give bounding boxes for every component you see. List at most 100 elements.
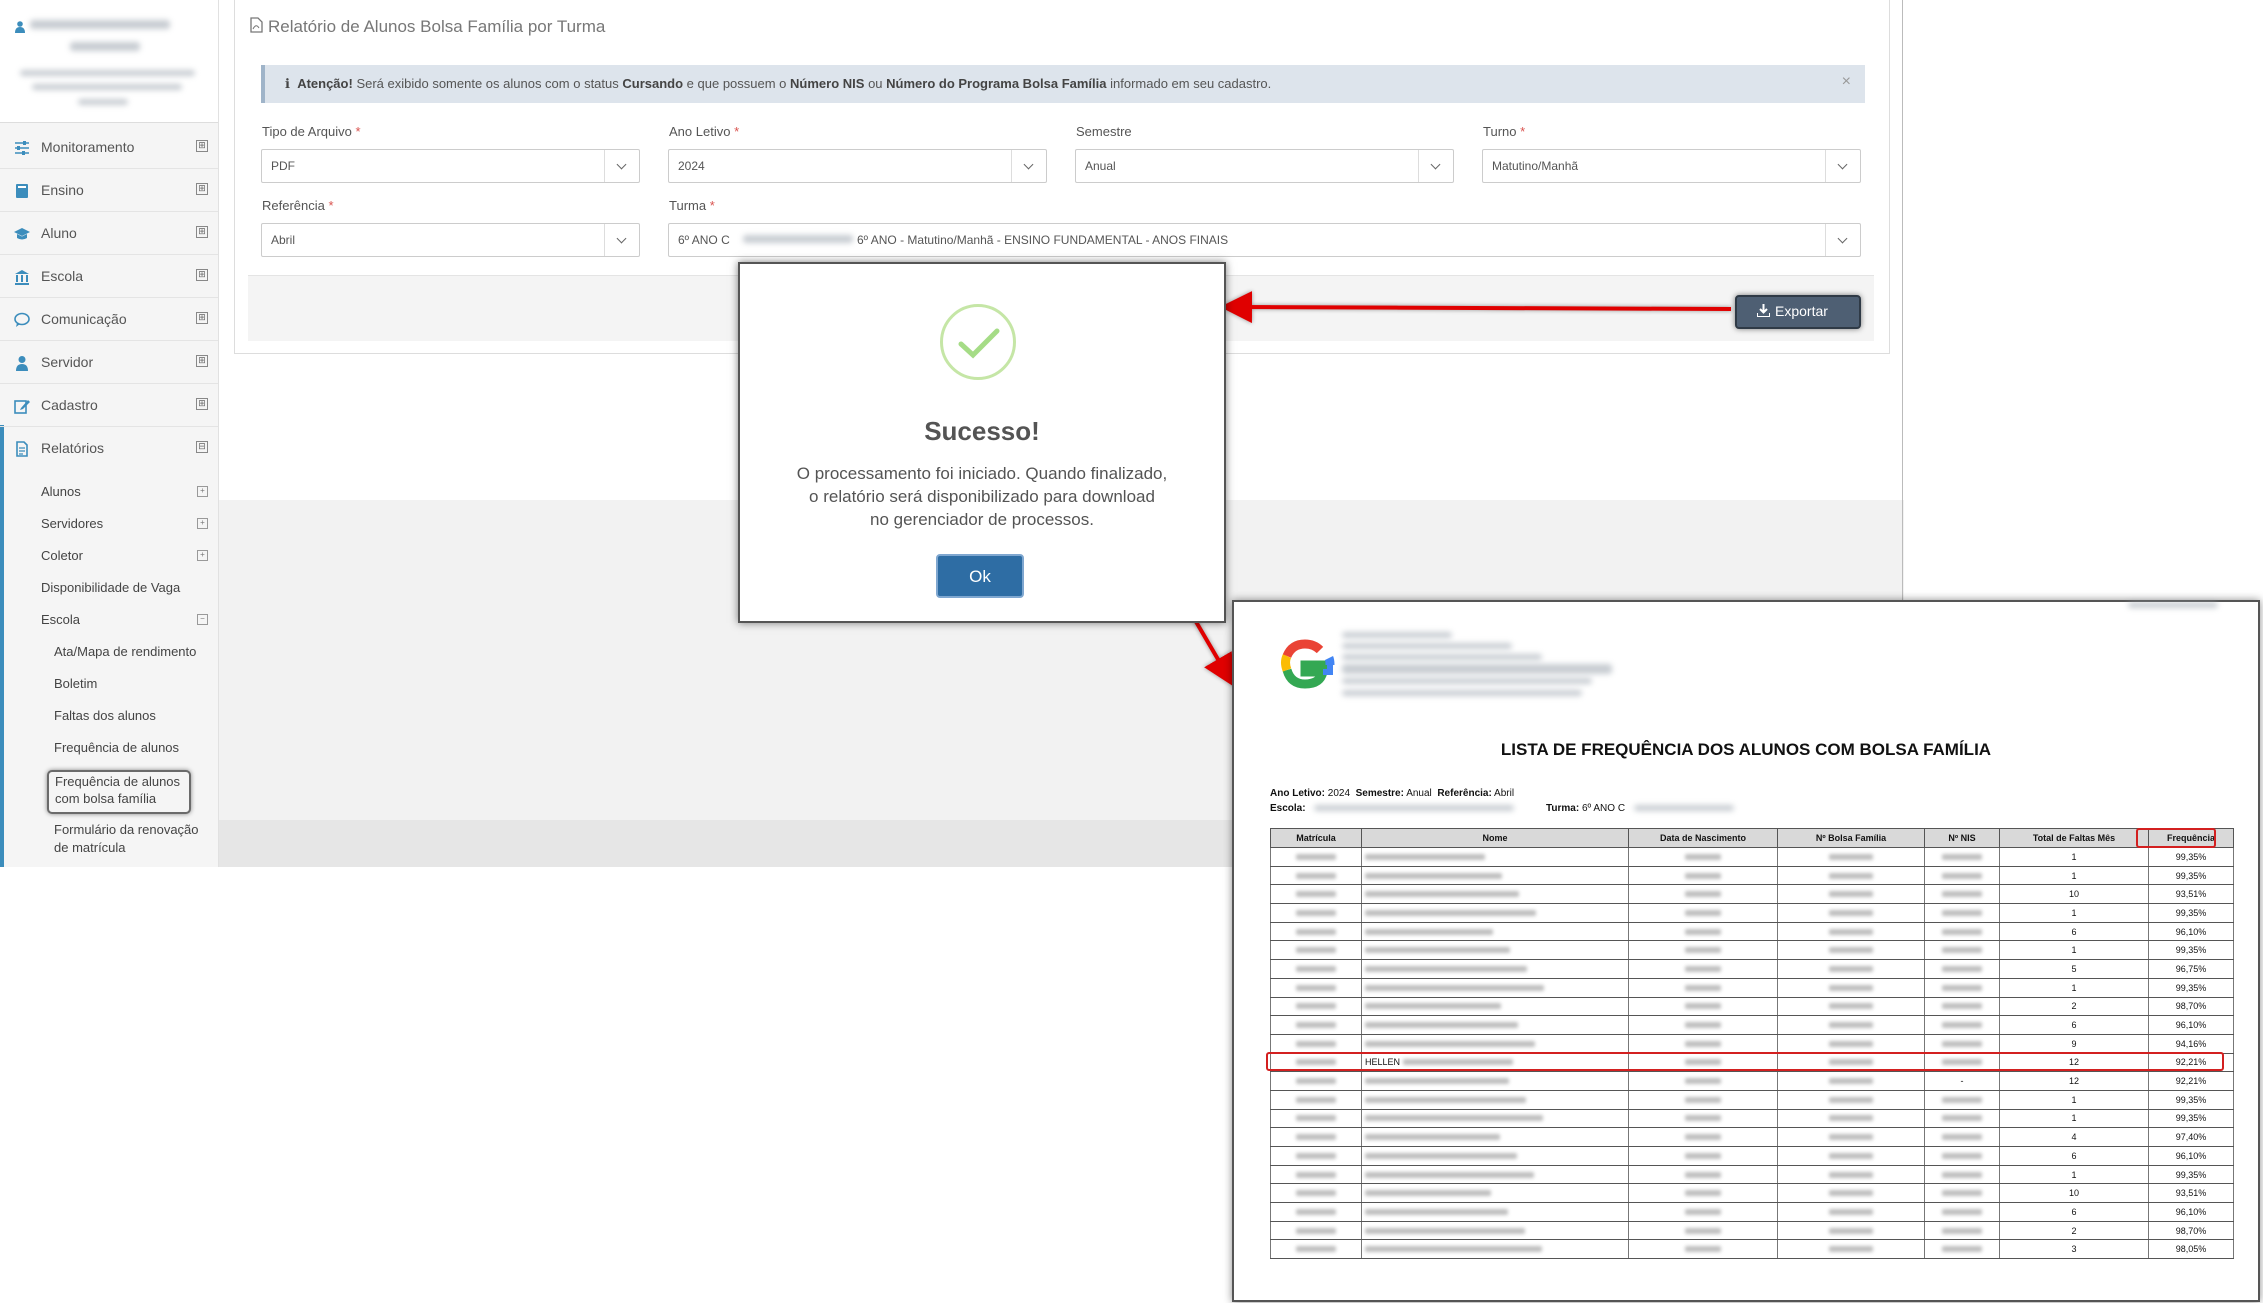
cell-nome	[1361, 1015, 1629, 1035]
cell-nis	[1924, 1165, 2000, 1185]
cell-faltas: 1	[1999, 978, 2149, 998]
cell-bolsa	[1777, 1146, 1925, 1166]
success-icon	[940, 304, 1016, 380]
cell-nome	[1361, 997, 1629, 1017]
chevron-down-icon[interactable]	[604, 224, 639, 256]
required-mark: *	[328, 198, 334, 213]
submenu-escola[interactable]: Escola	[41, 612, 80, 627]
table-row: 1 99,35%	[1270, 1090, 2234, 1110]
turma-label: Turma *	[669, 198, 715, 213]
cell-nis	[1924, 866, 2000, 886]
cell-matricula	[1270, 922, 1362, 942]
tipo-arquivo-select[interactable]: PDF	[261, 149, 640, 183]
select-value-class: 6º ANO C	[678, 233, 730, 247]
table-row: 1 99,35%	[1270, 847, 2234, 867]
submenu-alunos[interactable]: Alunos	[41, 484, 81, 499]
tipo-arquivo-label: Tipo de Arquivo *	[262, 124, 361, 139]
menu-item-servidor[interactable]: Servidor ⊞	[0, 341, 218, 384]
cell-nascimento	[1628, 903, 1778, 923]
cell-bolsa	[1777, 847, 1925, 867]
user-school-redacted	[32, 84, 182, 90]
table-row: 2 98,70%	[1270, 1221, 2234, 1241]
menu-label: Aluno	[41, 225, 77, 241]
close-icon[interactable]: ×	[1842, 73, 1851, 91]
menu-item-aluno[interactable]: Aluno ⊞	[0, 212, 218, 255]
select-value: Matutino/Manhã	[1492, 159, 1579, 173]
cell-matricula	[1270, 884, 1362, 905]
collapse-icon[interactable]: ⊟	[196, 441, 208, 453]
menu-item-ensino[interactable]: Ensino ⊞	[0, 169, 218, 212]
ok-button[interactable]: Ok	[936, 554, 1024, 598]
chevron-down-icon[interactable]	[1011, 150, 1046, 182]
menu-item-cadastro[interactable]: Cadastro ⊞	[0, 384, 218, 427]
sliders-icon	[15, 141, 29, 155]
expand-icon[interactable]: +	[197, 486, 208, 497]
submenu-ata-mapa[interactable]: Ata/Mapa de rendimento	[54, 644, 196, 659]
chevron-down-icon[interactable]	[1825, 150, 1860, 182]
referencia-select[interactable]: Abril	[261, 223, 640, 257]
report-meta-line1: Ano Letivo: 2024 Semestre: Anual Referên…	[1270, 788, 1514, 799]
chevron-down-icon[interactable]	[604, 150, 639, 182]
col-header: Nome	[1361, 828, 1629, 848]
expand-icon[interactable]: ⊞	[196, 398, 208, 410]
menu-item-relatorios[interactable]: Relatórios ⊟	[0, 427, 218, 469]
table-row: 1 99,35%	[1270, 940, 2234, 961]
menu-item-monitoramento[interactable]: Monitoramento ⊞	[0, 126, 218, 169]
cell-faltas: 1	[1999, 940, 2149, 961]
modal-title: Sucesso!	[924, 416, 1040, 446]
cell-faltas: 6	[1999, 1015, 2149, 1035]
chevron-down-icon[interactable]	[1418, 150, 1453, 182]
collapse-icon[interactable]: −	[197, 614, 208, 625]
turma-select[interactable]: 6º ANO C 6º ANO - Matutino/Manhã - ENSIN…	[668, 223, 1861, 257]
menu-item-escola[interactable]: Escola ⊞	[0, 255, 218, 298]
submenu-frequencia-bolsa-familia[interactable]: Frequência de alunos com bolsa família	[47, 770, 191, 814]
cell-bolsa	[1777, 903, 1925, 923]
expand-icon[interactable]: ⊞	[196, 269, 208, 281]
cell-faltas: 1	[1999, 1165, 2149, 1185]
submenu-servidores[interactable]: Servidores	[41, 516, 103, 531]
cell-nascimento	[1628, 847, 1778, 867]
cell-nascimento	[1628, 866, 1778, 886]
user-profile-box[interactable]	[0, 0, 218, 123]
menu-item-comunicacao[interactable]: Comunicação ⊞	[0, 298, 218, 341]
submenu-formulario-renovacao[interactable]: Formulário da renovação	[54, 822, 199, 837]
cell-matricula	[1270, 847, 1362, 867]
turma-code-redacted	[1634, 805, 1734, 811]
semestre-select[interactable]: Anual	[1075, 149, 1454, 183]
cell-matricula	[1270, 1109, 1362, 1129]
expand-icon[interactable]: ⊞	[196, 355, 208, 367]
expand-icon[interactable]: ⊞	[196, 312, 208, 324]
cell-nome	[1361, 1165, 1629, 1185]
export-button[interactable]: Exportar	[1735, 295, 1861, 329]
expand-icon[interactable]: ⊞	[196, 140, 208, 152]
label-text: Ano Letivo	[669, 124, 731, 139]
submenu-formulario-renovacao-line2[interactable]: de matrícula	[54, 840, 126, 855]
expand-icon[interactable]: +	[197, 550, 208, 561]
cell-nome	[1361, 940, 1629, 961]
chevron-down-icon[interactable]	[1825, 224, 1860, 256]
table-row: 6 96,10%	[1270, 1146, 2234, 1166]
cell-matricula	[1270, 1071, 1362, 1091]
ano-letivo-select[interactable]: 2024	[668, 149, 1047, 183]
cell-nascimento	[1628, 884, 1778, 905]
turno-select[interactable]: Matutino/Manhã	[1482, 149, 1861, 183]
cell-faltas: 3	[1999, 1239, 2149, 1260]
cell-faltas: 2	[1999, 997, 2149, 1017]
expand-icon[interactable]: ⊞	[196, 226, 208, 238]
expand-icon[interactable]: +	[197, 518, 208, 529]
submenu-faltas-alunos[interactable]: Faltas dos alunos	[54, 708, 156, 723]
submenu-disponibilidade-vaga[interactable]: Disponibilidade de Vaga	[41, 580, 180, 595]
cell-frequencia: 98,70%	[2148, 1221, 2234, 1241]
google-logo-icon	[1281, 639, 1335, 689]
expand-icon[interactable]: ⊞	[196, 183, 208, 195]
cell-nis: -	[1924, 1071, 2000, 1091]
table-row: 9 94,16%	[1270, 1034, 2234, 1054]
report-date-redacted	[2128, 602, 2218, 608]
cell-bolsa	[1777, 884, 1925, 905]
cell-bolsa	[1777, 922, 1925, 942]
submenu-coletor[interactable]: Coletor	[41, 548, 83, 563]
col-header: Nº Bolsa Família	[1777, 828, 1925, 848]
alert-strong: Atenção!	[297, 76, 353, 91]
submenu-boletim[interactable]: Boletim	[54, 676, 97, 691]
submenu-frequencia-alunos[interactable]: Frequência de alunos	[54, 740, 179, 755]
